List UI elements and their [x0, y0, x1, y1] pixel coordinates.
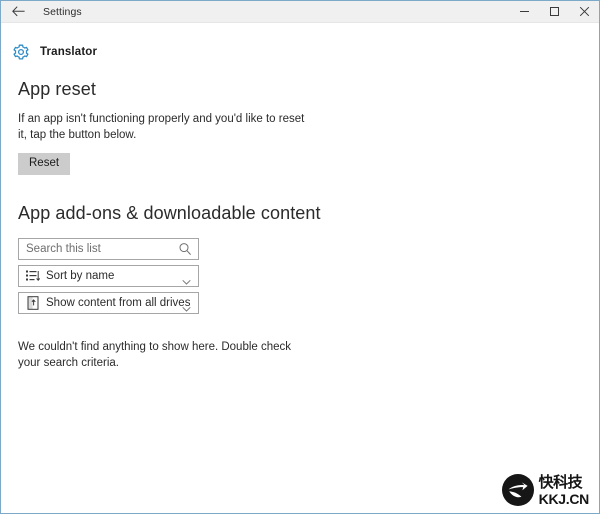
search-input[interactable] [19, 240, 176, 258]
chevron-down-icon [182, 300, 191, 312]
back-button[interactable] [1, 2, 35, 22]
search-box[interactable] [18, 238, 199, 260]
maximize-icon [549, 7, 559, 16]
sort-list-icon [25, 269, 41, 283]
watermark-latin: KKJ.CN [538, 490, 590, 507]
sort-dropdown[interactable]: Sort by name [18, 265, 199, 287]
close-button[interactable] [569, 1, 599, 22]
sort-dropdown-label: Sort by name [46, 270, 115, 282]
chevron-down-icon [182, 273, 191, 285]
minimize-button[interactable] [509, 1, 539, 22]
empty-state-message: We couldn't find anything to show here. … [18, 341, 292, 369]
title-bar: Settings [1, 1, 599, 23]
drive-icon [25, 296, 41, 310]
app-name: Translator [40, 46, 98, 58]
back-arrow-icon [11, 6, 25, 17]
window-controls [509, 1, 599, 22]
app-reset-description: If an app isn't functioning properly and… [18, 113, 305, 141]
gear-icon [11, 42, 31, 62]
minimize-icon [519, 11, 529, 12]
drives-dropdown-label: Show content from all drives [46, 297, 191, 309]
app-header: Translator [1, 23, 599, 65]
drives-dropdown[interactable]: Show content from all drives [18, 292, 199, 314]
kkj-swoosh-logo [501, 474, 534, 506]
search-icon [178, 242, 192, 256]
app-reset-heading: App reset [18, 79, 96, 99]
settings-window: Settings Translator App reset If an app … [0, 0, 600, 514]
close-icon [579, 6, 589, 17]
maximize-button[interactable] [539, 1, 569, 22]
window-title: Settings [43, 5, 82, 18]
settings-content: App reset If an app isn't functioning pr… [1, 65, 599, 371]
watermark-text: 快科技 KKJ.CN [538, 472, 590, 507]
watermark: 快科技 KKJ.CN [501, 472, 590, 507]
addons-heading: App add-ons & downloadable content [18, 203, 321, 223]
reset-button[interactable]: Reset [18, 153, 71, 175]
watermark-chinese: 快科技 [538, 472, 583, 491]
